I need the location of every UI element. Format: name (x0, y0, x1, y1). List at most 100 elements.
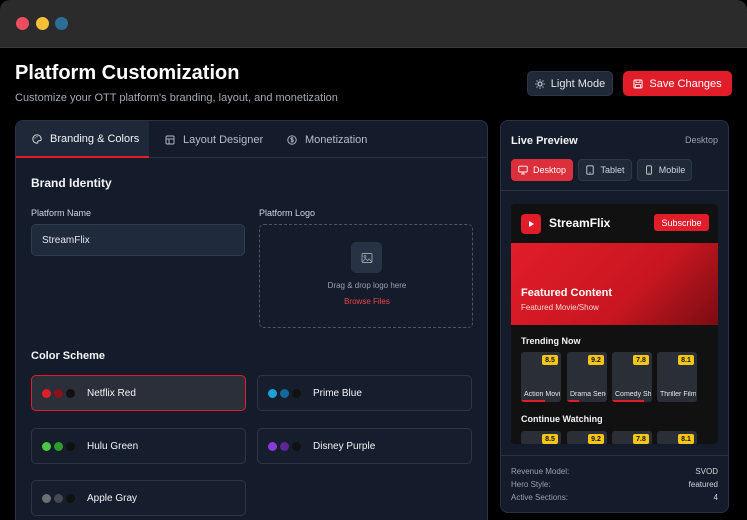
brand-identity-heading: Brand Identity (31, 176, 112, 190)
preview-screen: StreamFlix Subscribe Featured Content Fe… (511, 204, 718, 444)
hero-style-value: featured (688, 480, 718, 489)
preview-mode-label: Desktop (684, 135, 718, 145)
tablet-icon (586, 165, 595, 175)
device-mobile-button[interactable]: Mobile (637, 159, 692, 181)
card-title: Thriller Film (660, 391, 696, 398)
scheme-label: Apple Gray (87, 492, 138, 504)
device-tablet-label: Tablet (600, 165, 625, 175)
platform-name-label: Platform Name (31, 208, 92, 218)
scheme-hulu-green[interactable]: Hulu Green (31, 428, 246, 464)
trending-card[interactable]: 7.8 Comedy Show (612, 352, 652, 402)
card-title: Comedy Show (615, 391, 651, 398)
color-scheme-heading: Color Scheme (31, 350, 105, 362)
grid-icon (165, 135, 175, 144)
swatch-background (66, 493, 75, 503)
hero-title: Featured Content (521, 287, 613, 299)
swatch-secondary (54, 493, 63, 503)
platform-logo-label: Platform Logo (259, 208, 316, 218)
continue-card[interactable]: 9.2 (567, 431, 607, 444)
close-window-button[interactable] (16, 17, 29, 30)
preview-brand-name: StreamFlix (549, 216, 611, 230)
sun-icon (535, 78, 545, 89)
device-tablet-button[interactable]: Tablet (578, 159, 632, 181)
continue-card[interactable]: 8.5 (521, 431, 561, 444)
rating-badge: 8.1 (678, 355, 694, 365)
live-preview-title: Live Preview (511, 135, 578, 147)
logo-dropzone[interactable]: Drag & drop logo here Browse Files (259, 224, 473, 328)
save-changes-label: Save Changes (649, 77, 722, 90)
active-sections-label: Active Sections: (511, 493, 568, 502)
mobile-icon (645, 165, 652, 175)
tab-layout-label: Layout Designer (183, 133, 264, 146)
trending-card[interactable]: 8.5 Action Movie (521, 352, 561, 402)
watch-progress-bar (612, 400, 644, 402)
scheme-apple-gray[interactable]: Apple Gray (31, 480, 246, 516)
customization-panel: Branding & Colors Layout Designer Moneti… (15, 120, 488, 520)
swatch-secondary (54, 388, 63, 398)
tab-monetization-label: Monetization (305, 133, 368, 146)
continue-card[interactable]: 7.8 (612, 431, 652, 444)
browse-files-link[interactable]: Browse Files (260, 297, 474, 306)
page-title: Platform Customization (15, 62, 240, 84)
swatch-secondary (54, 441, 63, 451)
rating-badge: 9.2 (588, 355, 604, 365)
scheme-label: Disney Purple (313, 440, 376, 452)
scheme-netflix-red[interactable]: Netflix Red (31, 375, 246, 411)
swatch-primary (42, 441, 51, 451)
rating-badge: 7.8 (633, 355, 649, 365)
dollar-icon (287, 134, 297, 145)
window-titlebar (0, 0, 747, 48)
scheme-label: Netflix Red (87, 387, 136, 399)
tab-layout-designer[interactable]: Layout Designer (149, 121, 271, 158)
save-changes-button[interactable]: Save Changes (623, 71, 732, 96)
scheme-prime-blue[interactable]: Prime Blue (257, 375, 472, 411)
light-mode-button[interactable]: Light Mode (527, 71, 613, 96)
rating-badge: 7.8 (633, 434, 649, 444)
active-sections-value: 4 (713, 493, 718, 502)
hero-subtitle: Featured Movie/Show (521, 303, 599, 312)
live-preview-panel: Live Preview Desktop Desktop Tablet Mobi… (500, 120, 729, 513)
continue-card[interactable]: 8.1 (657, 431, 697, 444)
scheme-disney-purple[interactable]: Disney Purple (257, 428, 472, 464)
swatch-primary (42, 388, 51, 398)
scheme-label: Prime Blue (313, 387, 362, 399)
swatch-secondary (280, 388, 289, 398)
trending-card[interactable]: 9.2 Drama Series (567, 352, 607, 402)
rating-badge: 8.1 (678, 434, 694, 444)
rating-badge: 8.5 (542, 434, 558, 444)
preview-hero-banner: Featured Content Featured Movie/Show (511, 243, 718, 325)
swatch-secondary (280, 441, 289, 451)
swatch-background (66, 388, 75, 398)
play-logo-icon (521, 214, 541, 234)
platform-name-value: StreamFlix (42, 234, 90, 246)
tab-bar: Branding & Colors Layout Designer Moneti… (16, 121, 487, 158)
maximize-window-button[interactable] (55, 17, 68, 30)
rating-badge: 8.5 (542, 355, 558, 365)
revenue-model-value: SVOD (695, 467, 718, 476)
minimize-window-button[interactable] (36, 17, 49, 30)
card-title: Drama Series (570, 391, 606, 398)
trending-now-heading: Trending Now (521, 336, 581, 346)
platform-name-input[interactable]: StreamFlix (31, 224, 245, 256)
hero-style-label: Hero Style: (511, 480, 551, 489)
preview-subscribe-button[interactable]: Subscribe (654, 214, 709, 231)
device-desktop-label: Desktop (532, 165, 567, 175)
device-mobile-label: Mobile (658, 165, 686, 175)
swatch-primary (268, 388, 277, 398)
swatch-background (66, 441, 75, 451)
light-mode-label: Light Mode (550, 77, 606, 90)
page-subtitle: Customize your OTT platform's branding, … (15, 92, 338, 104)
watch-progress-bar (567, 400, 579, 402)
trending-card[interactable]: 8.1 Thriller Film (657, 352, 697, 402)
device-desktop-button[interactable]: Desktop (511, 159, 573, 181)
swatch-primary (42, 493, 51, 503)
dropzone-text: Drag & drop logo here (327, 281, 407, 290)
swatch-background (292, 388, 301, 398)
tab-branding-label: Branding & Colors (50, 132, 140, 145)
swatch-background (292, 441, 301, 451)
tab-monetization[interactable]: Monetization (271, 121, 389, 158)
rating-badge: 9.2 (588, 434, 604, 444)
tab-branding-colors[interactable]: Branding & Colors (16, 121, 149, 158)
card-title: Action Movie (524, 391, 560, 398)
palette-icon (32, 133, 42, 144)
